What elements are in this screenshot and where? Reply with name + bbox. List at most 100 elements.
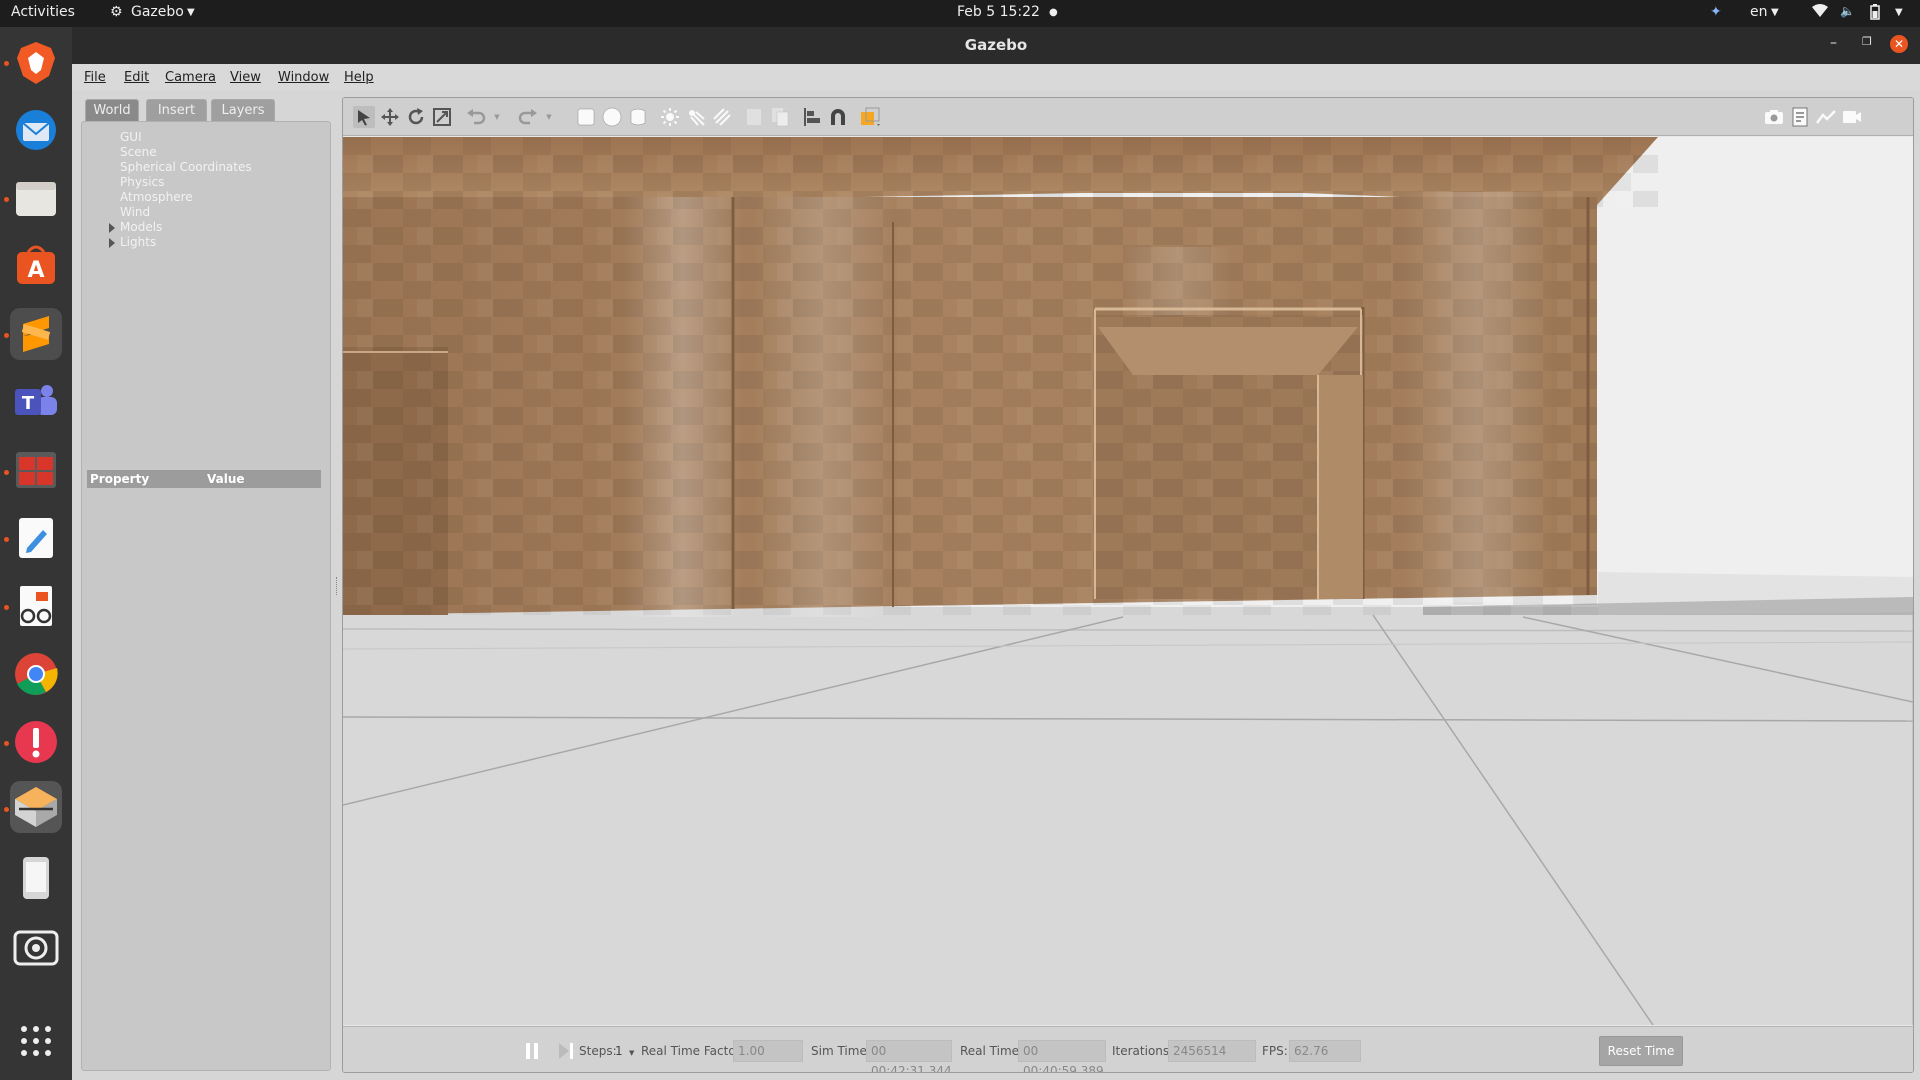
notification-dot-icon: ● <box>1049 7 1058 18</box>
menu-edit[interactable]: Edit <box>124 70 149 85</box>
real-time-factor-label: Real Time Factor: <box>641 1044 745 1058</box>
menu-file[interactable]: File <box>84 70 106 85</box>
chrome-icon[interactable] <box>10 648 62 700</box>
toolbar: ▼ ▼ <box>343 98 1913 136</box>
tree-item-physics[interactable]: Physics <box>120 175 164 189</box>
tree-item-lights[interactable]: Lights <box>120 235 156 249</box>
teams-icon[interactable]: T <box>10 376 62 428</box>
clock[interactable]: Feb 5 15:22 <box>957 4 1040 20</box>
sim-time-field: 00 00:42:31.344 <box>866 1040 952 1072</box>
video-record-icon[interactable] <box>1841 106 1863 128</box>
running-indicator <box>4 470 9 475</box>
reset-time-button[interactable]: Reset Time <box>1599 1036 1683 1066</box>
property-table-header: Property Value <box>87 470 321 488</box>
dock: A T <box>0 27 72 1080</box>
rotate-mode-icon[interactable] <box>405 106 427 128</box>
sphere-shape-icon[interactable] <box>601 106 623 128</box>
value-column-header: Value <box>207 472 245 486</box>
battery-icon[interactable] <box>1870 4 1880 24</box>
box-shape-icon[interactable] <box>575 106 597 128</box>
brave-icon[interactable] <box>10 37 62 89</box>
tree-item-atmosphere[interactable]: Atmosphere <box>120 190 193 204</box>
gazebo-icon[interactable] <box>10 781 62 833</box>
plot-icon[interactable] <box>1815 106 1837 128</box>
teams-tray-icon[interactable]: ✦ <box>1710 4 1722 20</box>
panel-splitter-handle[interactable] <box>336 577 339 595</box>
expand-lights-icon[interactable] <box>109 238 115 248</box>
time-panel: Steps: 1 ▼ Real Time Factor: 1.00 Sim Ti… <box>343 1026 1913 1072</box>
app-menu-icon: ⚙ <box>110 4 123 20</box>
copy-icon[interactable] <box>743 106 765 128</box>
minimize-icon[interactable]: – <box>1830 35 1837 51</box>
terminal-grid-icon[interactable] <box>10 444 62 496</box>
close-icon[interactable]: ✕ <box>1890 35 1908 53</box>
chevron-down-icon: ▼ <box>187 7 195 18</box>
undo-dropdown-icon[interactable]: ▼ <box>491 106 503 128</box>
fps-label: FPS: <box>1262 1044 1288 1058</box>
thunderbird-icon[interactable] <box>10 104 62 156</box>
iterations-field: 2456514 <box>1168 1040 1256 1062</box>
steps-value[interactable]: 1 <box>615 1044 623 1058</box>
point-light-icon[interactable] <box>659 106 681 128</box>
app-center-icon[interactable]: A <box>10 240 62 292</box>
gazebo-window: Gazebo – ❐ ✕ File Edit Camera View Windo… <box>72 27 1920 1080</box>
tab-layers[interactable]: Layers <box>211 99 275 122</box>
menu-camera[interactable]: Camera <box>165 70 216 85</box>
3d-scene-view[interactable] <box>343 137 1913 1025</box>
phone-icon[interactable] <box>10 852 62 904</box>
select-mode-icon[interactable] <box>353 106 375 128</box>
running-indicator <box>4 333 9 338</box>
spot-light-icon[interactable] <box>685 106 707 128</box>
sublime-text-icon[interactable] <box>10 308 62 360</box>
document-viewer-icon[interactable] <box>10 580 62 632</box>
expand-models-icon[interactable] <box>109 223 115 233</box>
tab-world[interactable]: World <box>85 99 139 122</box>
tree-item-models[interactable]: Models <box>120 220 162 234</box>
volume-icon[interactable]: 🔈 <box>1840 4 1855 18</box>
app-menu-button[interactable]: Gazebo <box>131 4 184 20</box>
running-indicator <box>4 605 9 610</box>
camera-icon[interactable] <box>10 920 62 972</box>
pause-icon[interactable] <box>525 1042 539 1063</box>
align-icon[interactable] <box>801 106 823 128</box>
menu-bar: File Edit Camera View Window Help <box>72 64 1920 90</box>
running-indicator <box>4 537 9 542</box>
tab-insert[interactable]: Insert <box>146 99 207 122</box>
top-bar: Activities ⚙ Gazebo ▼ Feb 5 15:22 ● ✦ en… <box>0 0 1920 27</box>
screenshot-icon[interactable] <box>1763 106 1785 128</box>
tree-item-spherical-coordinates[interactable]: Spherical Coordinates <box>120 160 252 174</box>
text-editor-icon[interactable] <box>10 512 62 564</box>
svg-text:T: T <box>22 393 35 414</box>
cylinder-shape-icon[interactable] <box>627 106 649 128</box>
tree-item-wind[interactable]: Wind <box>120 205 150 219</box>
files-icon[interactable] <box>10 172 62 224</box>
directional-light-icon[interactable] <box>711 106 733 128</box>
activities-button[interactable]: Activities <box>11 4 75 20</box>
show-apps-icon[interactable] <box>10 1015 62 1067</box>
menu-help[interactable]: Help <box>344 70 374 85</box>
system-menu-chevron-icon[interactable]: ▼ <box>1895 7 1903 18</box>
snap-icon[interactable] <box>827 106 849 128</box>
running-indicator <box>4 741 9 746</box>
paste-icon[interactable] <box>769 106 791 128</box>
redo-icon[interactable] <box>517 106 539 128</box>
real-time-factor-field: 1.00 <box>733 1040 803 1062</box>
undo-icon[interactable] <box>465 106 487 128</box>
real-time-label: Real Time: <box>960 1044 1024 1058</box>
tree-item-gui[interactable]: GUI <box>120 130 142 144</box>
step-icon[interactable] <box>558 1042 574 1063</box>
steps-spinner-icon[interactable]: ▼ <box>629 1049 634 1057</box>
title-bar[interactable]: Gazebo – ❐ ✕ <box>72 27 1920 64</box>
menu-window[interactable]: Window <box>278 70 329 85</box>
wifi-icon[interactable] <box>1812 4 1828 22</box>
redo-dropdown-icon[interactable]: ▼ <box>543 106 555 128</box>
scale-mode-icon[interactable] <box>431 106 453 128</box>
menu-view[interactable]: View <box>230 70 261 85</box>
restore-icon[interactable]: ❐ <box>1862 35 1872 48</box>
language-selector[interactable]: en <box>1750 4 1768 20</box>
tree-item-scene[interactable]: Scene <box>120 145 157 159</box>
translate-mode-icon[interactable] <box>379 106 401 128</box>
error-report-icon[interactable] <box>10 716 62 768</box>
change-view-icon[interactable] <box>859 106 881 128</box>
log-icon[interactable] <box>1789 106 1811 128</box>
